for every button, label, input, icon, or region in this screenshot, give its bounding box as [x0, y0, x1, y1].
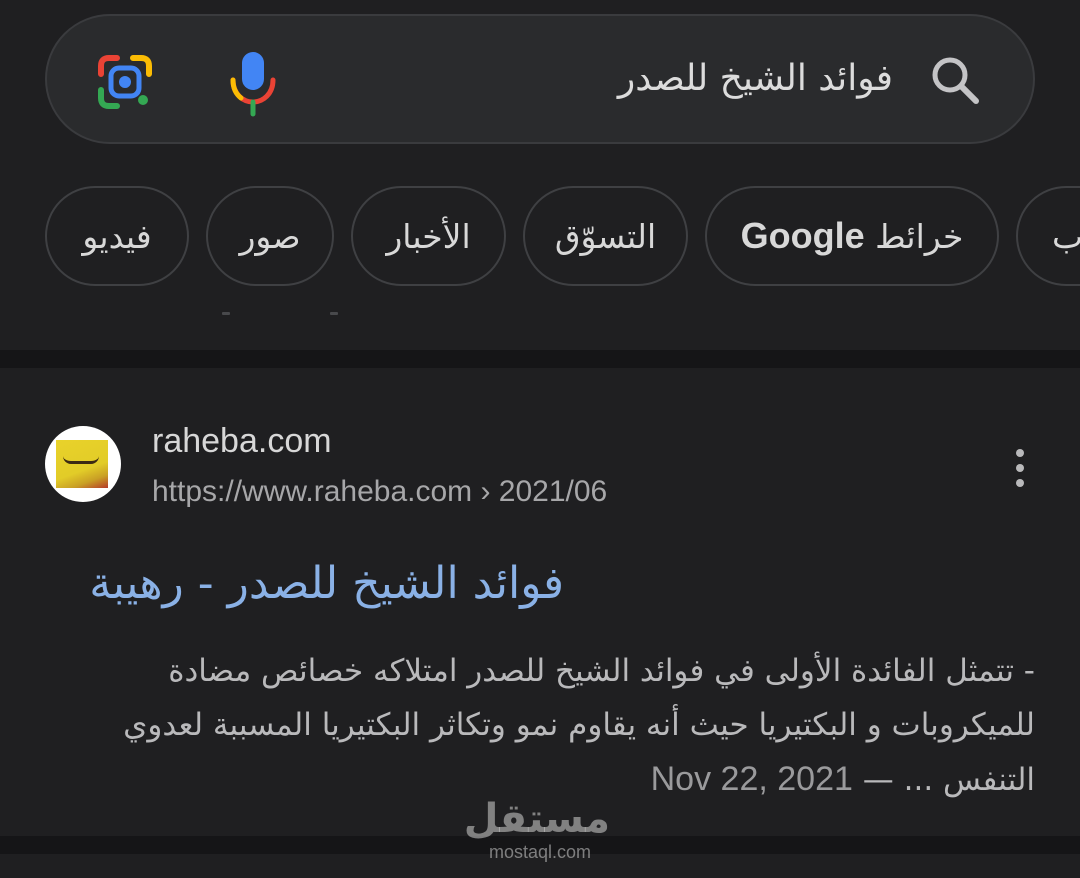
section-divider [0, 350, 1080, 368]
chip-label: الأخبار [386, 216, 471, 256]
chip-label: ب [1052, 216, 1080, 256]
snippet-date: Nov 22, 2021 [650, 760, 853, 798]
site-favicon [45, 426, 121, 502]
chip-images[interactable]: صور [206, 186, 334, 286]
search-result[interactable]: raheba.com https://www.raheba.com › 2021… [0, 368, 1080, 836]
chip-shopping[interactable]: التسوّق [523, 186, 688, 286]
result-title-link[interactable]: فوائد الشيخ للصدر - رهيبة [89, 554, 564, 614]
watermark-latin: mostaql.com [488, 842, 592, 862]
chip-google-maps[interactable]: خرائط Google [705, 186, 999, 286]
chip-label: التسوّق [554, 216, 657, 256]
chip-label: فيديو [82, 216, 152, 256]
clipped-text-remnant [0, 312, 1080, 316]
watermark-arabic: مستقل [463, 796, 610, 842]
mostaql-watermark: مستقل mostaql.com [463, 796, 610, 862]
chip-news[interactable]: الأخبار [351, 186, 506, 286]
search-header: فوائد الشيخ للصدر فيديو صور الأخبار التس… [0, 0, 1080, 350]
more-options-icon[interactable] [1008, 448, 1032, 488]
snippet-separator: — [852, 762, 904, 798]
microphone-icon[interactable] [225, 48, 281, 120]
search-icon[interactable] [927, 52, 983, 108]
chip-label: صور [239, 216, 301, 256]
chip-videos[interactable]: فيديو [45, 186, 189, 286]
chip-more-partial[interactable]: ب [1016, 186, 1080, 286]
result-snippet: - تتمثل الفائدة الأولى في فوائد الشيخ لل… [45, 644, 1035, 807]
search-input[interactable]: فوائد الشيخ للصدر [618, 54, 893, 104]
result-url: https://www.raheba.com › 2021/06 [152, 475, 608, 508]
google-lens-icon[interactable] [95, 52, 155, 112]
chip-label: خرائط [875, 216, 964, 256]
chip-label-brand: Google [740, 215, 865, 256]
result-site-name: raheba.com [152, 422, 332, 460]
search-filter-chips: فيديو صور الأخبار التسوّق خرائط Google ب [0, 186, 1080, 286]
search-bar[interactable]: فوائد الشيخ للصدر [45, 14, 1035, 144]
